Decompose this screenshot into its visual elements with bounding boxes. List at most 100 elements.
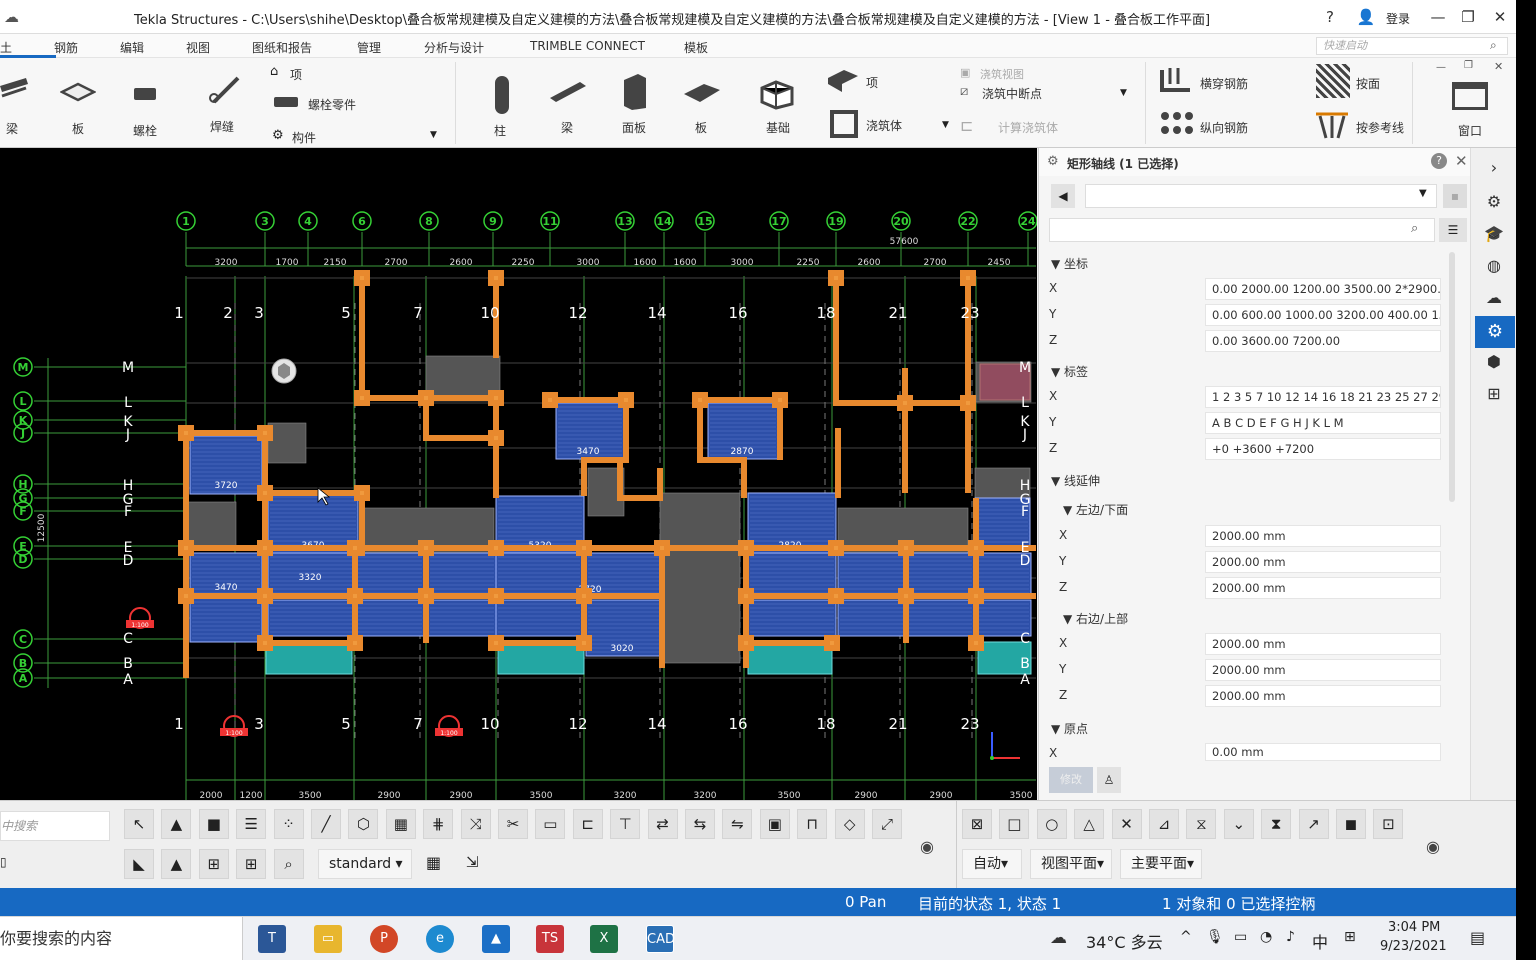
section-left-bottom[interactable]: ▼ 左边/下面 xyxy=(1063,501,1128,518)
snap-orange-icon[interactable]: ◼ xyxy=(1336,809,1366,839)
weather-text[interactable]: 34°C 多云 xyxy=(1086,929,1163,953)
close-icon[interactable]: ✕ xyxy=(1455,152,1468,170)
cross-rebar-label[interactable]: 横穿钢筋 xyxy=(1200,75,1248,92)
wifi-icon[interactable]: ◔ xyxy=(1260,929,1272,945)
menu-icon[interactable]: ☰ xyxy=(1439,218,1467,242)
model-view-canvas[interactable]: 3720367053203470287028203470332027203020… xyxy=(0,148,1037,800)
select-sub-icon[interactable]: ⇋ xyxy=(722,809,753,839)
coord-y-field[interactable]: 0.00 600.00 1000.00 3200.00 400.00 150 xyxy=(1205,304,1441,326)
section-extension[interactable]: ▼ 线延伸 xyxy=(1051,472,1100,489)
snap-free-icon[interactable]: ↗ xyxy=(1298,809,1329,839)
snap-point-icon[interactable]: ▲ xyxy=(161,849,192,879)
file-explorer-icon[interactable]: ▭ xyxy=(314,925,342,953)
select-object-icon[interactable]: ⬡ xyxy=(348,809,379,839)
cad-app-icon[interactable]: CAD xyxy=(646,925,675,953)
by-face-icon[interactable] xyxy=(1316,64,1350,98)
pour-object-icon[interactable] xyxy=(830,110,858,138)
bolt-icon[interactable] xyxy=(134,88,156,100)
ribbon-close-icon[interactable]: ✕ xyxy=(1494,60,1503,73)
select-pointer-icon[interactable]: ↖ xyxy=(124,809,154,839)
tekla-2021-icon[interactable]: T xyxy=(258,925,286,953)
select-pour-icon[interactable]: ⊓ xyxy=(797,809,828,839)
powerpoint-icon[interactable]: P xyxy=(370,925,398,953)
section-right-top[interactable]: ▼ 右边/上部 xyxy=(1063,610,1128,627)
pour-object-label[interactable]: 浇筑体 xyxy=(866,117,902,134)
applications-icon[interactable]: ⊞ xyxy=(1482,382,1506,406)
cad-drawing[interactable]: 3720367053203470287028203470332027203020… xyxy=(0,148,1037,800)
foundation-tool-button[interactable] xyxy=(758,74,798,110)
search-input[interactable]: 中搜索 xyxy=(0,811,110,841)
select-assembly-icon[interactable]: ⇄ xyxy=(647,809,678,839)
quick-launch-input[interactable]: 快速启动 xyxy=(1316,37,1508,55)
rt-y-field[interactable]: 2000.00 mm xyxy=(1205,659,1441,681)
snap-ref-line-icon[interactable]: ⊠ xyxy=(962,809,992,839)
tab-trimble-connect[interactable]: TRIMBLE CONNECT xyxy=(530,39,645,53)
weld-tool-button[interactable] xyxy=(204,72,242,110)
ribbon-minimize-icon[interactable]: — xyxy=(1436,62,1446,73)
select-parts-icon[interactable]: ▲ xyxy=(161,809,192,839)
section-origin[interactable]: ▼ 原点 xyxy=(1051,720,1088,737)
chevron-down-icon[interactable]: ▼ xyxy=(942,120,949,130)
photos-icon[interactable]: ▲ xyxy=(482,925,510,953)
panel-icon[interactable]: ▯ xyxy=(0,855,7,869)
chevron-right-icon[interactable]: › xyxy=(1482,156,1506,180)
label-x-field[interactable]: 1 2 3 5 7 10 12 14 16 18 21 23 25 27 29 xyxy=(1205,386,1441,408)
ime-mode-icon[interactable]: ⊞ xyxy=(1344,929,1356,945)
taskbar-search-input[interactable]: 你要搜索的内容 xyxy=(0,917,243,960)
select-surface-icon[interactable]: ■ xyxy=(198,809,229,839)
select-component-icon[interactable]: ⇆ xyxy=(685,809,715,839)
bolt-part-label[interactable]: 螺栓零件 xyxy=(308,96,356,113)
edge-icon[interactable]: e xyxy=(426,925,454,953)
tab-templates[interactable]: 模板 xyxy=(684,39,708,56)
select-views-icon[interactable]: ▭ xyxy=(535,809,566,839)
excel-icon[interactable]: X xyxy=(590,925,618,953)
window-icon[interactable] xyxy=(1452,82,1488,110)
zoom-icon[interactable]: ⌕ xyxy=(273,849,304,879)
origin-x-field[interactable]: 0.00 mm xyxy=(1205,743,1441,761)
tab-drawings[interactable]: 图纸和报告 xyxy=(252,39,312,56)
modify-button[interactable]: 修改 xyxy=(1049,767,1093,793)
beam-tool-button-2[interactable] xyxy=(548,78,588,108)
lb-z-field[interactable]: 2000.00 mm xyxy=(1205,577,1441,599)
long-rebar-icon[interactable] xyxy=(1160,110,1194,136)
properties-scrollbar[interactable] xyxy=(1449,252,1455,502)
item-small-label[interactable]: 项 xyxy=(290,66,302,83)
microphone-icon[interactable]: 🎙 xyxy=(1206,929,1224,945)
help-icon[interactable]: ? xyxy=(1320,7,1340,27)
eye-icon-2[interactable]: ◉ xyxy=(1426,837,1440,856)
lb-x-field[interactable]: 2000.00 mm xyxy=(1205,525,1441,547)
speaker-icon[interactable]: ♪ xyxy=(1286,929,1295,945)
select-line-icon[interactable]: ╱ xyxy=(311,809,341,839)
pointer-select-icon[interactable]: ⇲ xyxy=(466,853,479,871)
view-plane-dropdown[interactable]: 视图平面▾ xyxy=(1030,849,1112,879)
pour-break-icon[interactable]: ⧄ xyxy=(960,84,968,99)
clock-time[interactable]: 3:04 PM xyxy=(1388,920,1440,935)
snap-x-icon[interactable]: ✕ xyxy=(1111,809,1142,839)
clock-date[interactable]: 9/23/2021 xyxy=(1380,939,1447,954)
property-search-input[interactable] xyxy=(1049,218,1435,242)
chevron-down-icon[interactable]: ▼ xyxy=(430,130,437,140)
ime-language[interactable]: 中 xyxy=(1312,929,1328,953)
tab-rebar[interactable]: 钢筋 xyxy=(54,39,78,56)
select-points-icon[interactable]: ⋕ xyxy=(423,809,454,839)
snap-frame-icon[interactable]: ⊞ xyxy=(236,849,267,879)
cloud-icon[interactable]: ☁ xyxy=(1482,286,1506,310)
learning-cap-icon[interactable]: 🎓 xyxy=(1482,222,1506,246)
component-label[interactable]: 构件 xyxy=(292,129,316,146)
main-plane-dropdown[interactable]: 主要平面▾ xyxy=(1120,849,1202,879)
long-rebar-label[interactable]: 纵向钢筋 xyxy=(1200,119,1248,136)
rt-x-field[interactable]: 2000.00 mm xyxy=(1205,633,1441,655)
settings-gears-icon[interactable]: ⚙ xyxy=(1482,190,1506,214)
notification-icon[interactable]: ▤ xyxy=(1470,928,1485,947)
section-coord[interactable]: ▼ 坐标 xyxy=(1051,255,1088,272)
select-grid-lines-icon[interactable]: ▦ xyxy=(385,809,416,839)
login-link[interactable]: 登录 xyxy=(1386,10,1410,27)
snap-square-icon[interactable]: □ xyxy=(999,809,1030,839)
pour-break-label[interactable]: 浇筑中断点 xyxy=(982,85,1042,102)
slab-tool-button[interactable] xyxy=(59,80,97,104)
chevron-down-icon[interactable]: ▼ xyxy=(1120,88,1127,98)
cross-rebar-icon[interactable] xyxy=(1158,66,1194,96)
panel-tool-button[interactable] xyxy=(620,72,650,112)
item-tool-button[interactable] xyxy=(826,68,860,94)
slab-tool-button-2[interactable] xyxy=(682,80,722,106)
